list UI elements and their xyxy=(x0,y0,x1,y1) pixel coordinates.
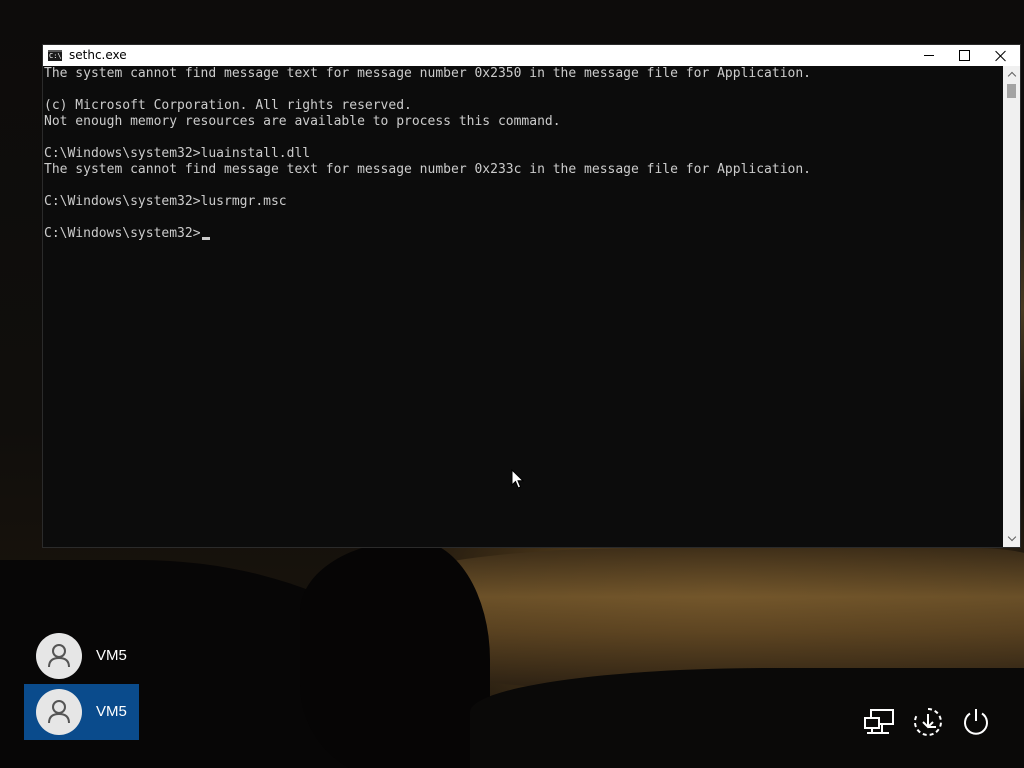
network-button[interactable] xyxy=(860,702,900,742)
maximize-button[interactable] xyxy=(946,45,982,66)
chevron-up-icon xyxy=(1007,71,1016,81)
close-icon xyxy=(995,50,1007,62)
ease-of-access-button[interactable] xyxy=(908,702,948,742)
console-line: C:\Windows\system32>lusrmgr.msc xyxy=(44,194,287,209)
chevron-down-icon xyxy=(1007,532,1016,542)
user-icon xyxy=(48,700,70,724)
title-bar[interactable]: C:\ sethc.exe xyxy=(43,45,1020,66)
console-icon: C:\ xyxy=(48,50,62,61)
vertical-scrollbar[interactable] xyxy=(1003,66,1020,547)
console-line: Not enough memory resources are availabl… xyxy=(44,114,561,129)
wallpaper-cliff xyxy=(300,540,490,768)
avatar xyxy=(36,633,82,679)
window-title: sethc.exe xyxy=(69,48,127,62)
prompt-line[interactable]: C:\Windows\system32> xyxy=(43,226,1003,242)
power-button[interactable] xyxy=(956,702,996,742)
command-prompt: C:\Windows\system32> xyxy=(44,226,201,241)
console-line: The system cannot find message text for … xyxy=(44,162,812,177)
console-line: The system cannot find message text for … xyxy=(44,66,812,81)
avatar xyxy=(36,689,82,735)
ease-of-access-icon xyxy=(913,708,942,736)
scroll-down-button[interactable] xyxy=(1003,530,1020,547)
text-cursor xyxy=(201,237,210,240)
maximize-icon xyxy=(958,50,970,61)
scroll-up-button[interactable] xyxy=(1003,66,1020,83)
console-line: (c) Microsoft Corporation. All rights re… xyxy=(44,98,412,113)
user-tile[interactable]: VM5 xyxy=(24,628,139,684)
minimize-icon xyxy=(924,55,934,56)
user-icon xyxy=(48,644,70,668)
mouse-pointer-icon xyxy=(511,469,525,489)
user-name: VM5 xyxy=(96,703,127,720)
network-icon xyxy=(864,709,894,734)
scroll-thumb[interactable] xyxy=(1007,84,1016,98)
minimize-button[interactable] xyxy=(911,45,947,66)
power-icon xyxy=(964,709,988,735)
user-name: VM5 xyxy=(96,647,127,664)
user-tile-selected[interactable]: VM5 xyxy=(24,684,139,740)
console-line: C:\Windows\system32>luainstall.dll xyxy=(44,146,311,161)
console-window[interactable]: C:\ sethc.exe The system cannot find mes… xyxy=(43,45,1020,547)
close-button[interactable] xyxy=(983,45,1019,66)
